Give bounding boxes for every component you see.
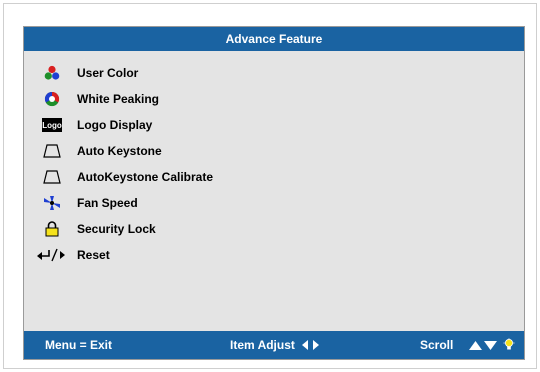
lock-icon xyxy=(41,221,63,237)
logo-icon: Logo xyxy=(41,117,63,133)
panel-title: Advance Feature xyxy=(225,32,323,46)
footer-scroll: Scroll xyxy=(420,331,515,359)
menu-item-label: Fan Speed xyxy=(77,196,138,210)
footer-scroll-label: Scroll xyxy=(420,338,454,352)
menu-item-label: Security Lock xyxy=(77,222,156,236)
osd-panel: Advance Feature User Color White Peaking… xyxy=(23,26,525,360)
footer-item-adjust-label: Item Adjust xyxy=(230,338,295,352)
left-right-arrows-icon xyxy=(301,340,320,350)
lightbulb-icon xyxy=(503,338,515,352)
menu-item-label: White Peaking xyxy=(77,92,160,106)
user-color-icon xyxy=(41,65,63,81)
menu-item-label: Logo Display xyxy=(77,118,153,132)
up-down-arrows-icon xyxy=(469,340,498,350)
menu-item-label: Auto Keystone xyxy=(77,144,162,158)
menu-item-label: AutoKeystone Calibrate xyxy=(77,170,214,184)
footer-menu-exit-label: Menu = Exit xyxy=(45,338,113,352)
window-frame: Advance Feature User Color White Peaking… xyxy=(3,3,537,369)
menu-item-label: User Color xyxy=(77,66,139,80)
reset-icon xyxy=(36,247,66,263)
footer-menu-exit: Menu = Exit xyxy=(45,331,112,359)
menu-item-label: Reset xyxy=(77,248,110,262)
logo-icon-text: Logo xyxy=(42,121,62,130)
keystone-calibrate-icon xyxy=(41,169,63,185)
fan-icon xyxy=(41,195,63,211)
white-peaking-icon xyxy=(41,91,63,107)
footer-item-adjust: Item Adjust xyxy=(230,331,320,359)
keystone-icon xyxy=(41,143,63,159)
footer-bar: Menu = Exit Item Adjust Scroll xyxy=(24,331,524,359)
panel-title-bar: Advance Feature xyxy=(24,27,524,51)
